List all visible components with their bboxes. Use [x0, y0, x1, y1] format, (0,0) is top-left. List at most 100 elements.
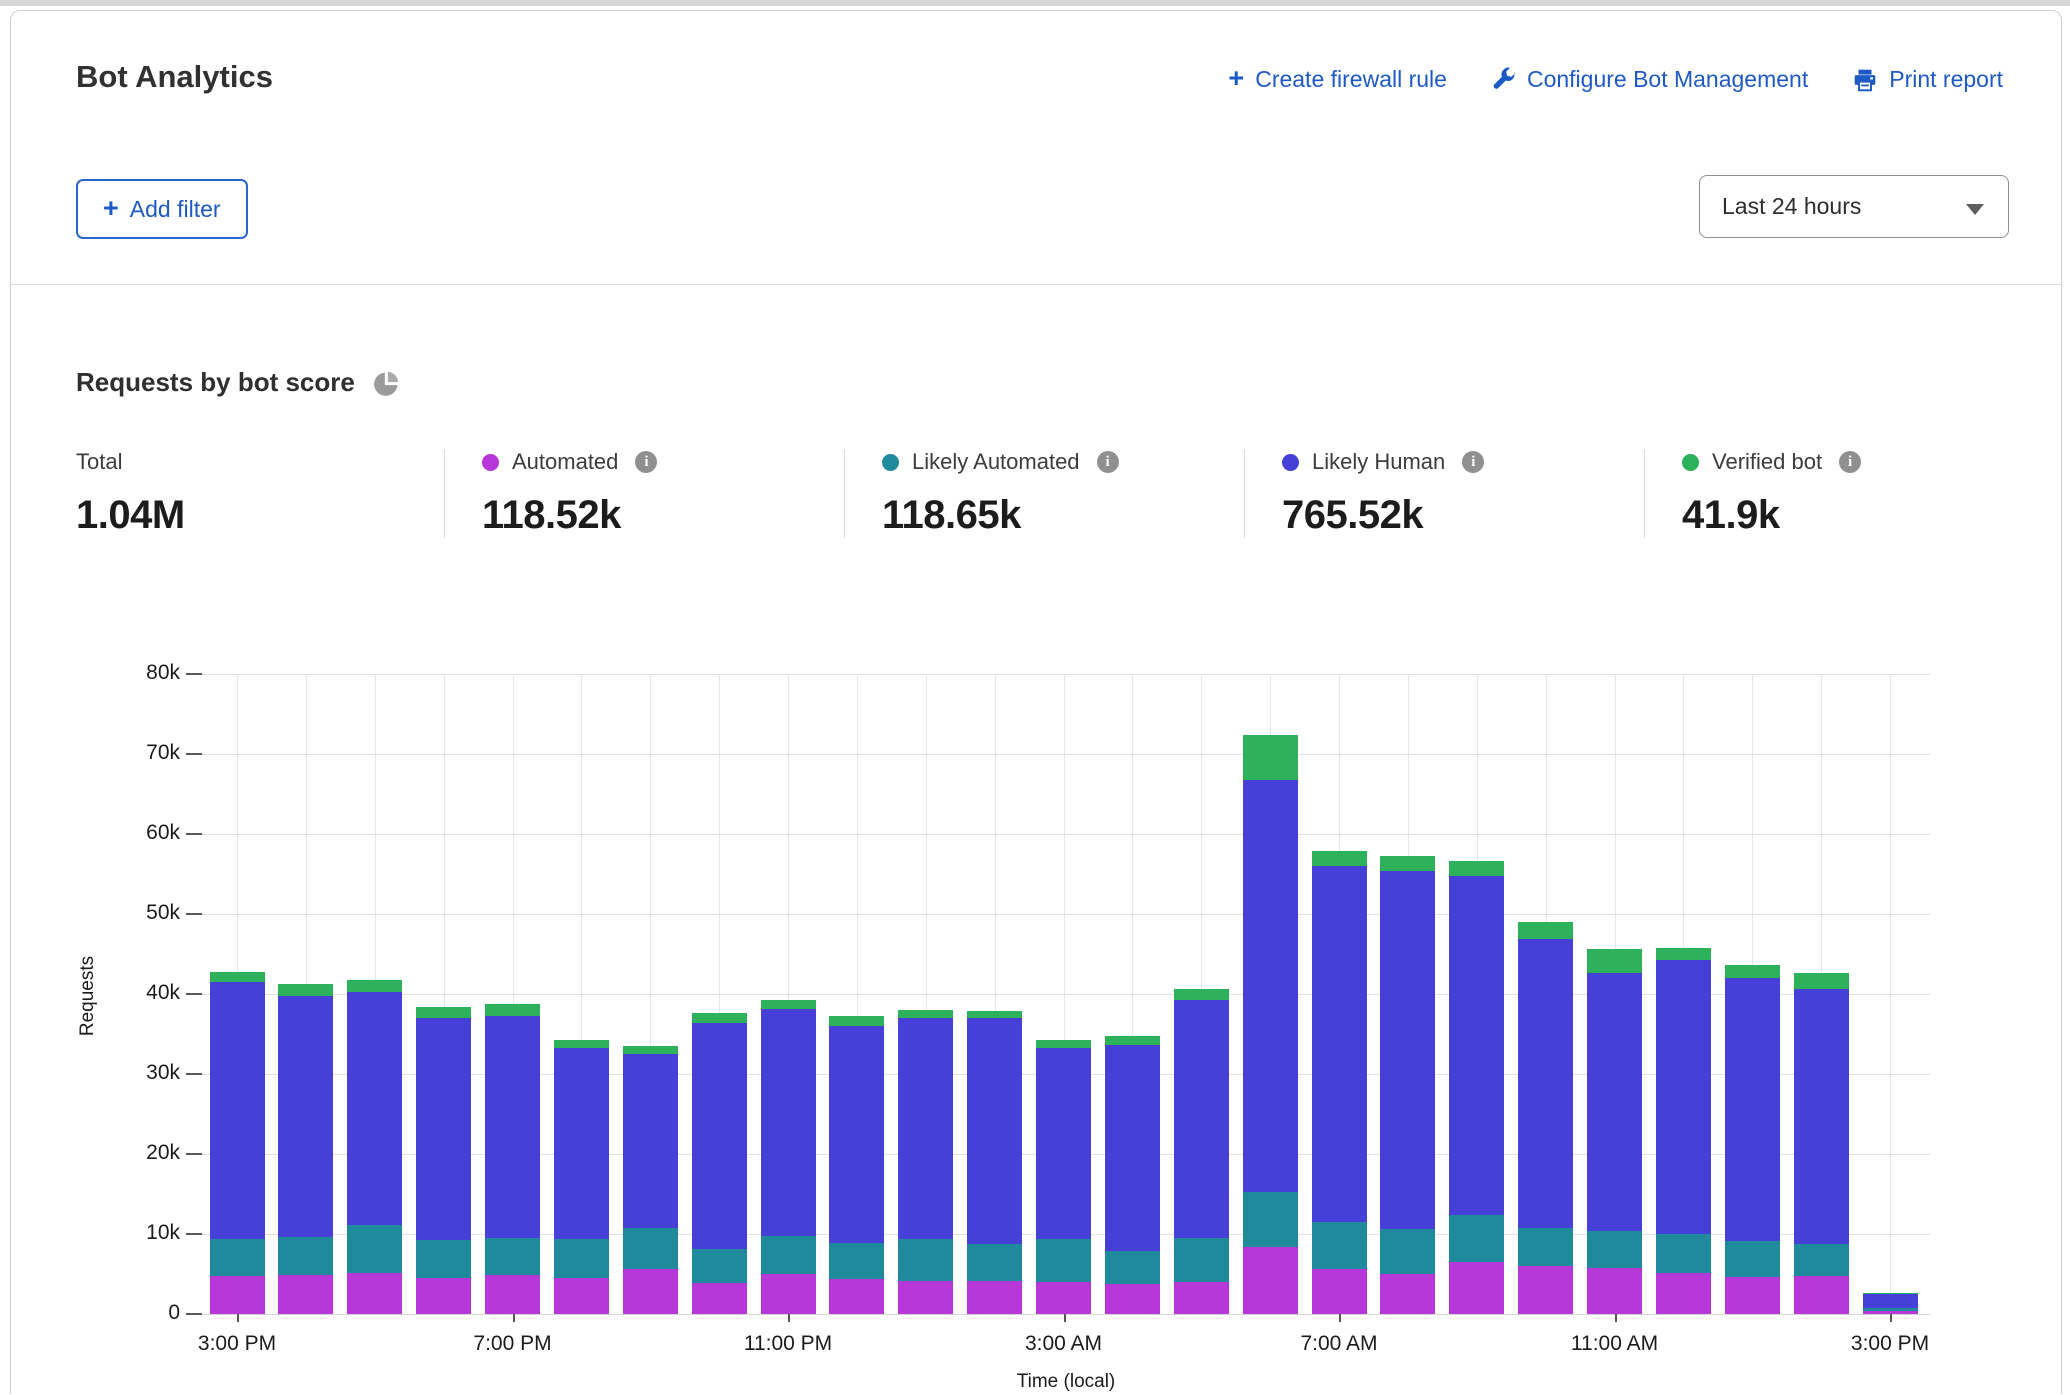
plus-icon: + [1228, 65, 1244, 92]
bar-segment-automated [829, 1279, 884, 1314]
bar-segment-verified-bot [278, 984, 333, 995]
bar-segment-automated [1105, 1284, 1160, 1314]
bar-segment-likely-automated [1794, 1244, 1849, 1276]
create-firewall-rule-link[interactable]: + Create firewall rule [1228, 66, 1447, 93]
likely-automated-legend-dot [882, 454, 899, 471]
y-axis-title: Requests [77, 956, 99, 1036]
stat-likely-human: Likely Human i 765.52k [1244, 449, 1644, 538]
info-icon[interactable]: i [1097, 451, 1119, 473]
bar-segment-verified-bot [1725, 965, 1780, 978]
stat-verified-bot-label: Verified bot [1712, 449, 1822, 475]
x-tick-label: 3:00 PM [198, 1332, 276, 1356]
info-icon[interactable]: i [1462, 451, 1484, 473]
x-tick-mark [1615, 1314, 1617, 1322]
stats-row: Total 1.04M Automated i 118.52k Likely A… [76, 449, 2041, 538]
bar-segment-automated [1312, 1269, 1367, 1314]
bar-segment-likely-automated [829, 1243, 884, 1279]
x-axis-title: Time (local) [1017, 1371, 1116, 1393]
stat-total: Total 1.04M [76, 449, 444, 538]
header-divider [11, 284, 2061, 285]
page-top-strip [0, 0, 2070, 6]
info-icon[interactable]: i [635, 451, 657, 473]
bar-segment-verified-bot [485, 1004, 540, 1015]
bar-segment-likely-automated [347, 1225, 402, 1273]
stat-likely-automated-value: 118.65k [882, 493, 1244, 538]
bar-segment-likely-human [1243, 780, 1298, 1191]
y-tick-label: 80k [120, 661, 180, 685]
info-icon[interactable]: i [1839, 451, 1861, 473]
bar-segment-likely-human [898, 1018, 953, 1239]
x-tick-label: 3:00 PM [1851, 1332, 1929, 1356]
bar-segment-likely-automated [967, 1244, 1022, 1281]
bar-segment-verified-bot [210, 972, 265, 982]
bar-segment-verified-bot [554, 1040, 609, 1048]
v-gridline [1890, 674, 1891, 1314]
bar-segment-verified-bot [692, 1013, 747, 1023]
bar-segment-likely-automated [278, 1237, 333, 1275]
bar-segment-likely-automated [1380, 1229, 1435, 1274]
bar-segment-likely-human [1863, 1294, 1918, 1308]
y-tick-label: 50k [120, 901, 180, 925]
bar-segment-automated [554, 1278, 609, 1314]
bar-segment-verified-bot [1243, 735, 1298, 781]
y-tick-label: 70k [120, 741, 180, 765]
bar-segment-likely-human [1794, 989, 1849, 1244]
x-tick-label: 7:00 AM [1300, 1332, 1377, 1356]
stat-likely-human-value: 765.52k [1282, 493, 1644, 538]
bar-segment-automated [1243, 1247, 1298, 1314]
bar-segment-verified-bot [1794, 973, 1849, 989]
bar-segment-automated [1587, 1268, 1642, 1314]
bar-segment-verified-bot [1312, 851, 1367, 866]
bar-segment-likely-automated [210, 1239, 265, 1276]
requests-by-bot-score-chart: Requests Time (local) 010k20k30k40k50k60… [11, 651, 2063, 1395]
bar-segment-likely-automated [1105, 1251, 1160, 1285]
h-gridline [202, 914, 1930, 915]
automated-legend-dot [482, 454, 499, 471]
bar-segment-automated [898, 1281, 953, 1314]
bar-segment-likely-human [761, 1009, 816, 1236]
configure-bot-management-link[interactable]: Configure Bot Management [1491, 66, 1808, 93]
bar-segment-likely-automated [416, 1240, 471, 1278]
y-tick-mark [186, 1073, 202, 1075]
verified-bot-legend-dot [1682, 454, 1699, 471]
header-actions: + Create firewall rule Configure Bot Man… [1228, 66, 2003, 93]
section-title-text: Requests by bot score [76, 367, 355, 398]
y-tick-mark [186, 1313, 202, 1315]
print-report-link[interactable]: Print report [1852, 66, 2003, 93]
bar-segment-likely-automated [1243, 1192, 1298, 1247]
bar-segment-likely-automated [623, 1228, 678, 1269]
x-tick-label: 7:00 PM [473, 1332, 551, 1356]
bar-segment-likely-human [1518, 939, 1573, 1229]
bar-segment-verified-bot [416, 1007, 471, 1018]
bar-segment-likely-automated [898, 1239, 953, 1281]
bar-segment-automated [1174, 1282, 1229, 1314]
bar-segment-automated [1794, 1276, 1849, 1314]
stat-likely-automated: Likely Automated i 118.65k [844, 449, 1244, 538]
stat-automated-value: 118.52k [482, 493, 844, 538]
bar-segment-verified-bot [1449, 861, 1504, 876]
bar-segment-likely-human [1312, 866, 1367, 1222]
bar-segment-verified-bot [1656, 948, 1711, 960]
bar-segment-likely-human [416, 1018, 471, 1240]
y-tick-label: 0 [120, 1301, 180, 1325]
bar-segment-likely-human [1036, 1048, 1091, 1238]
time-range-select[interactable]: Last 24 hours [1699, 175, 2009, 238]
bar-segment-likely-automated [1312, 1222, 1367, 1269]
x-tick-mark [1339, 1314, 1341, 1322]
bar-segment-likely-human [554, 1048, 609, 1239]
y-tick-label: 30k [120, 1061, 180, 1085]
bar-segment-likely-human [1380, 871, 1435, 1229]
h-gridline [202, 754, 1930, 755]
configure-bot-management-label: Configure Bot Management [1527, 66, 1808, 93]
bar-segment-verified-bot [1380, 856, 1435, 871]
y-tick-mark [186, 673, 202, 675]
bar-segment-verified-bot [1587, 949, 1642, 973]
bar-segment-likely-automated [1449, 1215, 1504, 1262]
y-tick-label: 20k [120, 1141, 180, 1165]
add-filter-button[interactable]: + Add filter [76, 179, 248, 239]
wrench-icon [1491, 67, 1516, 92]
bar-segment-likely-automated [1036, 1239, 1091, 1282]
x-tick-mark [237, 1314, 239, 1322]
y-tick-label: 40k [120, 981, 180, 1005]
print-report-label: Print report [1889, 66, 2003, 93]
